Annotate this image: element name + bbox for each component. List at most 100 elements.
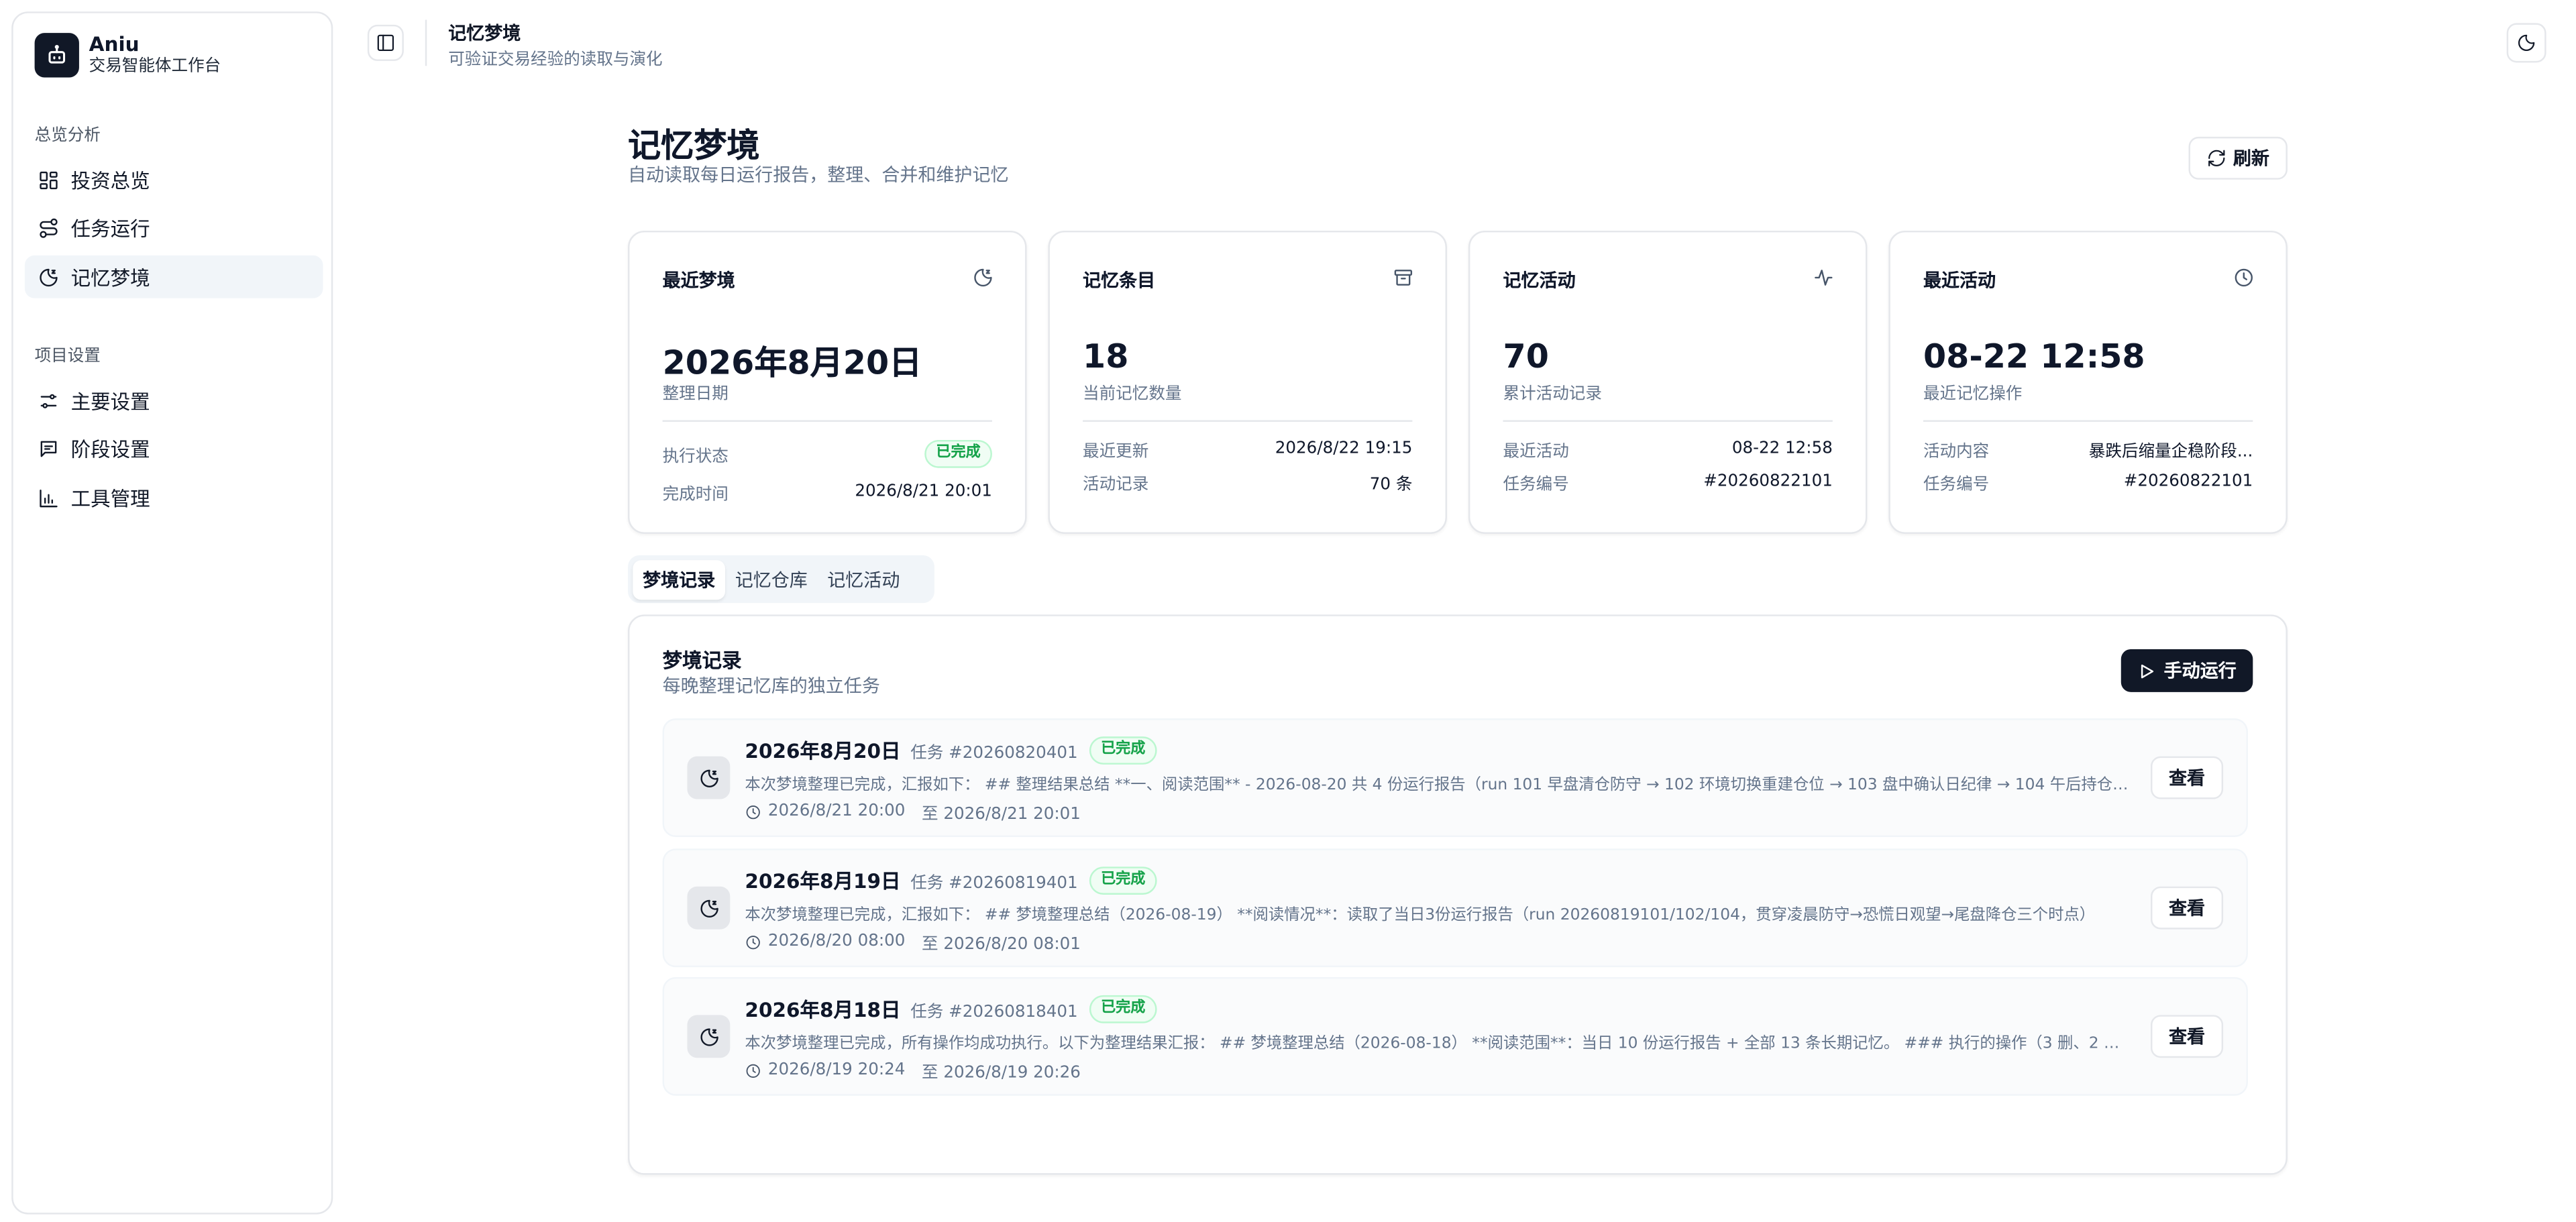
card-caption: 当前记忆数量 [1083,385,1182,404]
row-value: 70 条 [1369,476,1413,495]
status-badge: 已完成 [1089,867,1157,895]
brand-name: Aniu [89,33,140,56]
card-row-last-update: 最近更新 2026/8/22 19:15 [1083,437,1412,461]
card-divider [662,420,992,422]
moon-icon [2518,34,2535,51]
clock-icon [2235,268,2253,287]
chart-icon [40,488,58,507]
card-row-task-id: 任务编号 #20260822101 [1923,469,2253,494]
card-row-finish-time: 完成时间 2026/8/21 20:01 [663,480,992,504]
row-key: 最近更新 [1083,443,1149,461]
sidebar-item-stage-settings[interactable]: 阶段设置 [25,427,323,469]
record-end-time: 至 2026/8/21 20:01 [921,806,1081,824]
robot-icon [34,33,79,78]
sidebar-item-memory-dream[interactable]: 记忆梦境 [24,255,323,298]
sidebar-item-label: 任务运行 [70,217,150,240]
message-icon [40,440,57,457]
stat-card-memory-activity: 记忆活动 70 累计活动记录 最近活动 08-22 12:58 任务编号 #20… [1468,230,1868,534]
card-value: 18 [1083,336,1129,376]
clock-icon [746,934,760,949]
refresh-label: 刷新 [2233,148,2269,170]
row-value: #20260822101 [1703,473,1833,492]
record-summary: 本次梦境整理已完成，汇报如下： ## 整理结果总结 **一、阅读范围** - 2… [745,776,2130,795]
status-badge: 已完成 [1089,736,1157,765]
sliders-icon [40,393,57,408]
view-button[interactable]: 查看 [2150,1015,2224,1058]
view-button[interactable]: 查看 [2150,886,2224,930]
sidebar-item-tool-management[interactable]: 工具管理 [25,476,323,519]
card-value: 2026年8月20日 [662,342,922,382]
manual-run-label: 手动运行 [2163,661,2237,683]
tab-memory-activity[interactable]: 记忆活动 [818,559,910,599]
stat-card-latest-dream: 最近梦境 2026年8月20日 整理日期 执行状态 已完成 完成时间 2026/… [628,230,1027,534]
record-start-time: 2026/8/21 20:00 [767,802,906,821]
sidebar-item-main-settings[interactable]: 主要设置 [25,379,323,422]
dashboard-icon [40,170,58,188]
card-caption: 最近记忆操作 [1923,385,2023,404]
dream-records-panel: 梦境记录 每晚整理记忆库的独立任务 手动运行 2026年8月20日 任务 #20… [628,614,2288,1175]
moon-icon [974,268,992,287]
record-summary: 本次梦境整理已完成，汇报如下： ## 梦境整理总结（2026-08-19） **… [745,906,2096,925]
sidebar-toggle-button[interactable] [367,24,404,61]
status-badge: 已完成 [1089,995,1157,1023]
sidebar-item-label: 主要设置 [70,390,150,413]
card-row-latest-activity: 最近活动 08-22 12:58 [1503,437,1833,461]
header-title: 记忆梦境 [448,23,521,45]
card-title: 记忆条目 [1083,270,1156,292]
page-subtitle: 自动读取每日运行报告，整理、合并和维护记忆 [628,164,1009,186]
row-key: 活动内容 [1923,443,1990,461]
panel-title: 梦境记录 [662,649,742,673]
card-divider [1083,420,1413,422]
record-task-id: 任务 #20260819401 [910,875,1078,893]
record-task-id: 任务 #20260818401 [910,1003,1078,1022]
moon-icon [687,756,731,799]
card-value: 70 [1503,336,1549,376]
play-icon [2141,663,2154,678]
view-button[interactable]: 查看 [2150,756,2224,799]
refresh-icon [2208,150,2225,167]
record-time: 2026/8/21 20:00 至 2026/8/21 20:01 [745,799,1081,824]
route-icon [40,217,58,237]
row-value: #20260822101 [2123,473,2253,492]
stat-card-memory-items: 记忆条目 18 当前记忆数量 最近更新 2026/8/22 19:15 活动记录… [1048,230,1447,534]
brand[interactable]: Aniu 交易智能体工作台 [34,33,221,78]
list-item: 2026年8月19日 任务 #20260819401 已完成 本次梦境整理已完成… [662,848,2248,968]
activity-icon [1815,270,1833,286]
card-value: 08-22 12:58 [1923,336,2145,376]
sidebar-item-label: 投资总览 [70,168,150,192]
row-key: 活动记录 [1083,476,1149,495]
record-date: 2026年8月18日 [745,998,901,1022]
card-row-activity-records: 活动记录 70 条 [1083,469,1412,494]
clock-icon [746,1063,760,1077]
card-title: 最近梦境 [662,270,735,292]
card-title: 记忆活动 [1503,270,1576,292]
tab-memory-store[interactable]: 记忆仓库 [725,559,818,599]
refresh-button[interactable]: 刷新 [2188,136,2288,180]
status-badge: 已完成 [924,439,992,468]
sidebar-item-investment-overview[interactable]: 投资总览 [25,158,323,201]
archive-icon [1394,270,1413,286]
sidebar-group-project-settings: 项目设置 [34,347,101,366]
record-end-time: 至 2026/8/20 08:01 [921,936,1081,954]
panel-subtitle: 每晚整理记忆库的独立任务 [662,675,880,698]
sidebar-item-label: 阶段设置 [70,437,150,461]
row-value: 2026/8/22 19:15 [1275,439,1413,458]
card-row-task-id: 任务编号 #20260822101 [1503,469,1833,494]
header-divider [425,19,427,66]
list-item: 2026年8月18日 任务 #20260818401 已完成 本次梦境整理已完成… [662,977,2248,1096]
record-start-time: 2026/8/19 20:24 [767,1061,906,1080]
record-start-time: 2026/8/20 08:00 [767,932,906,951]
stat-card-latest-activity: 最近活动 08-22 12:58 最近记忆操作 活动内容 暴跌后缩量企稳阶段..… [1888,230,2288,534]
sidebar-group-overview: 总览分析 [34,127,101,146]
theme-toggle-button[interactable] [2506,23,2546,63]
tab-dream-records[interactable]: 梦境记录 [633,559,725,600]
card-row-activity-content: 活动内容 暴跌后缩量企稳阶段... [1923,437,2253,461]
record-time: 2026/8/20 08:00 至 2026/8/20 08:01 [745,930,1081,954]
card-caption: 累计活动记录 [1503,385,1602,404]
record-date: 2026年8月19日 [745,870,901,893]
sidebar-item-task-runs[interactable]: 任务运行 [25,206,323,249]
tab-list: 梦境记录 记忆仓库 记忆活动 [628,555,934,604]
moon-icon [40,268,58,286]
manual-run-button[interactable]: 手动运行 [2121,649,2253,692]
card-caption: 整理日期 [662,385,729,404]
